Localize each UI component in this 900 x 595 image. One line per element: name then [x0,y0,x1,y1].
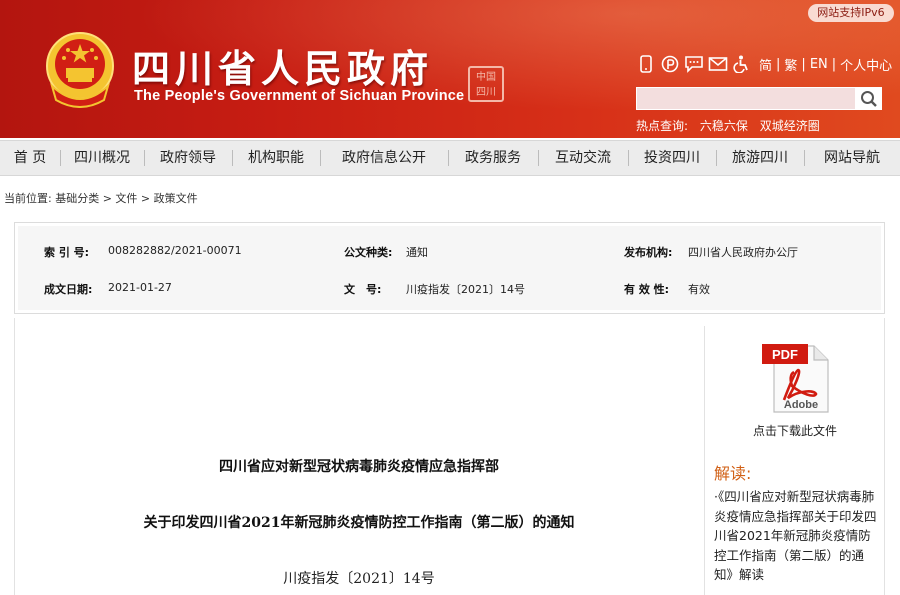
meta-background: 索 引 号: 008282882/2021-00071 公文种类: 通知 发布机… [18,226,881,310]
lang-simplified-link[interactable]: 简 [759,55,772,74]
nav-home[interactable]: 首 页 [0,140,60,176]
publisher-label: 发布机构: [624,246,673,259]
message-icon[interactable] [684,54,704,74]
docno-value: 川疫指发〔2021〕14号 [406,283,525,296]
nav-site-map[interactable]: 网站导航 [804,140,900,176]
breadcrumb[interactable]: 当前位置: 基础分类 > 文件 > 政策文件 [4,190,198,206]
document-title: 关于印发四川省2021年新冠肺炎疫情防控工作指南（第二版）的通知 [143,515,575,531]
document-number: 川疫指发〔2021〕14号 [283,571,435,587]
interpretation-heading: 解读: [714,464,752,483]
category-label: 公文种类: [344,246,393,259]
download-file-link[interactable]: 点击下载此文件 [710,422,880,439]
main-nav: 首 页 四川概况 政府领导 机构职能 政府信息公开 政务服务 互动交流 投资四川… [0,140,900,176]
nav-travel-sichuan[interactable]: 旅游四川 [716,140,804,176]
lang-traditional-link[interactable]: 繁 [784,55,797,74]
hot-search-label: 热点查询: [636,119,689,133]
document-meta-box: 索 引 号: 008282882/2021-00071 公文种类: 通知 发布机… [14,222,885,314]
date-label: 成文日期: [44,283,93,296]
national-emblem-icon [46,32,114,108]
validity-value: 有效 [688,283,710,296]
nav-government-leaders[interactable]: 政府领导 [144,140,232,176]
sidebar-divider [704,326,705,595]
nav-invest-sichuan[interactable]: 投资四川 [628,140,716,176]
validity-label: 有 效 性: [624,283,670,296]
publisher-value: 四川省人民政府办公厅 [688,246,798,259]
header-toolbar: 简 | 繁 | EN | 个人中心 [636,53,892,75]
hot-link[interactable]: 双城经济圈 [760,119,820,133]
nav-government-services[interactable]: 政务服务 [448,140,538,176]
index-value: 008282882/2021-00071 [108,244,242,257]
hot-link[interactable]: 六稳六保 [700,119,748,133]
document-title-issuer: 四川省应对新型冠状病毒肺炎疫情应急指挥部 [219,459,499,475]
toolbar-separator: | [776,56,781,72]
search-input[interactable] [636,87,856,110]
pdf-label: PDF [772,347,798,362]
toolbar-separator: | [801,56,806,72]
personal-center-link[interactable]: 个人中心 [840,55,892,74]
nav-sichuan-overview[interactable]: 四川概况 [60,140,144,176]
index-label: 索 引 号: [44,246,90,259]
mail-icon[interactable] [708,54,728,74]
seal-stamp: 中国 四川 [468,66,504,102]
nav-info-disclosure[interactable]: 政府信息公开 [320,140,448,176]
toolbar-separator: | [831,56,837,72]
interpretation-link[interactable]: ·《四川省应对新型冠状病毒肺炎疫情应急指挥部关于印发四川省2021年新冠肺炎疫情… [714,487,880,585]
nav-agency-functions[interactable]: 机构职能 [232,140,320,176]
adobe-label: Adobe [784,399,818,411]
weibo-icon[interactable] [660,54,680,74]
site-title-en: The People's Government of Sichuan Provi… [134,88,465,104]
pdf-file-icon[interactable]: PDF Adobe [760,340,832,414]
ipv6-badge: 网站支持IPv6 [808,4,894,22]
category-value: 通知 [406,246,428,259]
lang-english-link[interactable]: EN [810,57,828,72]
site-title-cn: 四川省人民政府 [132,47,434,91]
mobile-icon[interactable] [636,54,656,74]
nav-interaction[interactable]: 互动交流 [538,140,628,176]
docno-label: 文 号: [344,283,382,296]
search-button[interactable] [856,87,882,110]
search-icon [861,90,877,107]
hot-search: 热点查询: 六稳六保 双城经济圈 [636,117,828,134]
accessibility-icon[interactable] [732,54,752,74]
site-header: 四川省人民政府 The People's Government of Sichu… [0,0,900,138]
date-value: 2021-01-27 [108,281,172,294]
